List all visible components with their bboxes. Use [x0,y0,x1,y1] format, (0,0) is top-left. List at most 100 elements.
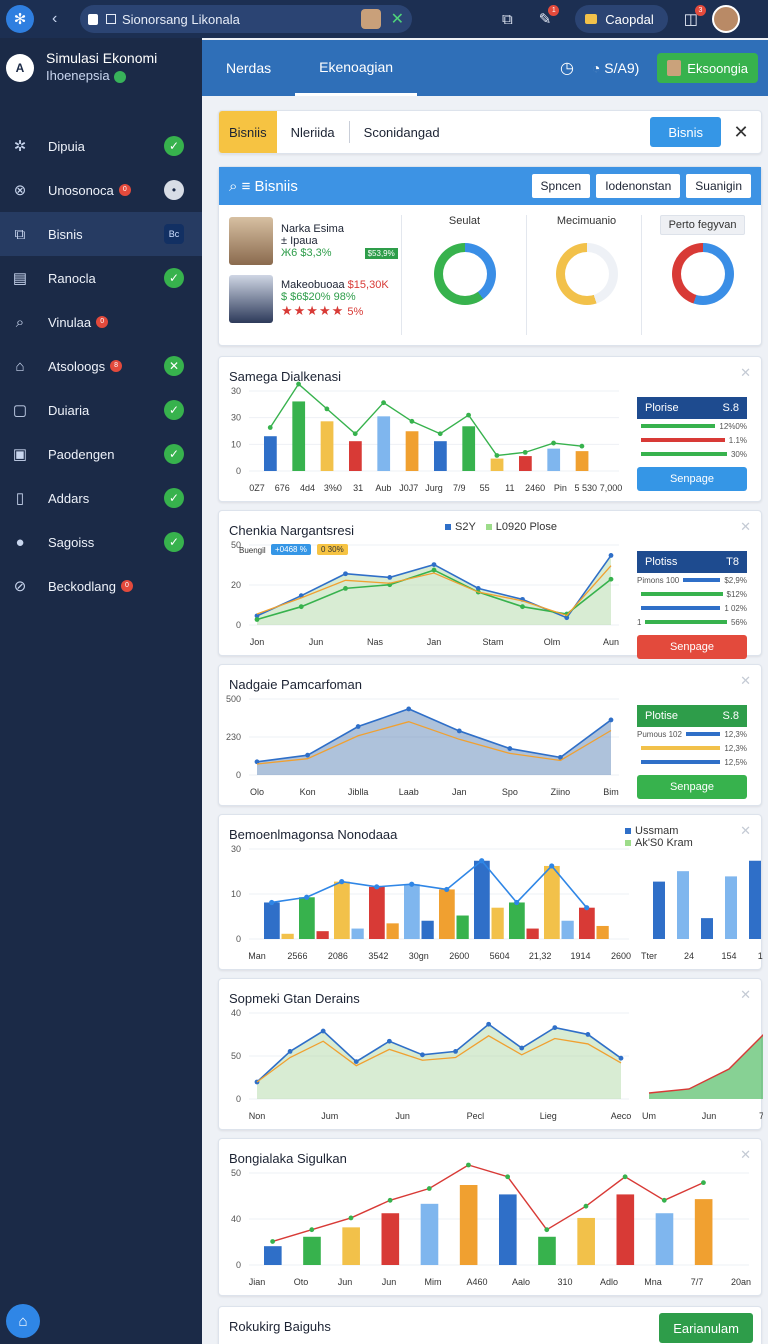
series-point [486,1021,492,1027]
filter-button-2[interactable]: Iodenonstan [596,174,681,198]
side-panel-button[interactable]: Senpage [637,467,747,491]
search-category-tag[interactable]: Bisniis [219,111,277,153]
sidebar-item-vinulaa[interactable]: ⌕ Vinulaa 0 [0,300,202,344]
home-icon: ⌂ [15,357,25,375]
chart-bar [490,458,504,471]
stat-donut-3[interactable]: Perto fegyvan [645,215,760,305]
chart-bar [334,881,350,939]
person-rating: 5% [347,306,364,318]
online-status-icon [113,70,126,83]
sidebar-item-atsoloogs[interactable]: ⌂ Atsoloogs 8 ✕ [0,344,202,388]
chart-bar [377,416,391,471]
filter-button-3[interactable]: Suanigin [686,174,751,198]
side-panel-title: Plorise [645,402,679,414]
search-button[interactable]: Bisnis [650,117,721,147]
side-panel-button[interactable]: Senpage [637,775,747,799]
eksoongia-button[interactable]: Eksoongia [657,53,758,83]
block-icon: ⊘ [13,578,27,595]
chart-bar [421,920,434,939]
sidebar-item-dipuia[interactable]: ✲ Dipuia ✓ [0,124,202,168]
search-field-1[interactable]: Nleriida [277,125,349,140]
sidebar-item-paodengen[interactable]: ▣ Paodengen ✓ [0,432,202,476]
tab-ekenoagian[interactable]: Ekenoagian [295,40,418,96]
business-panel-header: ⌕ ≡ Bisniis Spncen Iodenonstan Suanigin [219,167,761,205]
filter-button-1[interactable]: Spncen [531,174,591,198]
chart-card: 500 230 0 Olo Kon Jiblla Laab Jan Spo Ziino Bim Nad… [218,664,762,806]
search-field-2[interactable]: Sconidangad [350,125,454,140]
x-tick-label: 676 [275,483,290,493]
y-tick-label: 0 [236,1260,241,1270]
chart-bar [456,915,469,939]
close-card-icon[interactable]: ✕ [740,673,751,689]
sidebar-item-sagoiss[interactable]: ● Sagoiss ✓ [0,520,202,564]
sidebar-item-addars[interactable]: ▯ Addars ✓ [0,476,202,520]
x-tick-label: 1914 [571,951,591,961]
clear-search-icon[interactable]: ✕ [721,122,761,143]
side-panel-bar [641,760,721,764]
stat-donut-1[interactable]: Seulat [407,215,522,305]
app-logo-icon[interactable]: ✻ [6,5,34,33]
chart-title: Chenkia Nargantsresi [229,523,355,538]
tab-nerdas[interactable]: Nerdas [202,40,295,96]
series-point [585,1032,591,1037]
close-icon[interactable]: ✕ [391,9,404,29]
close-card-icon[interactable]: ✕ [740,823,751,839]
x-tick-label: 11 [505,483,514,493]
side-panel-row: 30% [637,447,747,461]
chart-bar [596,925,609,939]
close-card-icon[interactable]: ✕ [740,987,751,1003]
x-tick-label: Jum [321,1111,338,1121]
series-point [505,1174,511,1180]
sidebar-item-ranocla[interactable]: ▤ Ranocla ✓ [0,256,202,300]
folder-icon [585,14,598,24]
close-card-icon[interactable]: ✕ [740,519,751,535]
user-avatar[interactable] [711,5,740,33]
series-area [257,1024,621,1099]
clock-icon[interactable]: ◷ [560,58,574,78]
edit-icon[interactable]: ⧉ [502,11,513,28]
x-tick-label: 310 [557,1277,572,1287]
folder-button[interactable]: Caopdal [575,5,668,33]
donut-chart-3 [671,243,734,305]
chat-icon[interactable]: ✎ 1 [539,5,560,28]
back-arrow-icon[interactable]: ‹ [52,10,72,28]
stat-donut-2[interactable]: Mecimuanio [529,215,644,305]
person-row[interactable]: Narka Esima ± Ipaua Ж6 $3,3% $53,9% [229,217,398,265]
notification-icon[interactable]: ◫ 3 [684,5,706,28]
person-stat: Ж6 $3,3% [281,247,332,259]
divider [641,215,642,335]
person-row[interactable]: Makeobuoaa $15,30K $ $6$20% 98% ★★★★★ 5% [229,275,389,323]
series-point [409,418,415,424]
chart-side-panel: Plotiss T8 Pimons 100 $2,9% $12% 1 02% 1 56% Sen… [637,551,747,659]
sidebar-item-bisnis[interactable]: ⧉ Bisnis Bc [0,212,202,256]
chart-card: 30 10 0 Man 2566 2086 3542 30gn 2600 5604 21,32 191… [218,814,763,970]
bottom-action-button[interactable]: Earianulam [659,1313,753,1343]
x-tick-label: 2460 [525,483,545,493]
sidebar-item-unosonoca[interactable]: ⊗ Unosonoca 0 • [0,168,202,212]
side-panel-row-value: 12,3% [724,743,747,753]
close-card-icon[interactable]: ✕ [740,1147,751,1163]
address-bar[interactable]: Sionorsang Likonala ✕ [80,5,412,33]
close-card-icon[interactable]: ✕ [740,365,751,381]
x-tick-label: 2566 [287,951,307,961]
side-panel-bar [641,424,716,428]
chart-bar [281,933,294,939]
chart-bar [526,928,539,939]
x-tick-label: 31 [353,483,363,493]
home-fab-button[interactable]: ⌂ [6,1304,40,1338]
check-icon: ✓ [164,400,184,420]
x-tick-label: 24 [684,951,694,961]
y-tick-label: 500 [226,694,241,704]
sidebar-item-beckodlang[interactable]: ⊘ Beckodlang 0 [0,564,202,608]
x-tick-label: Olm [544,637,561,647]
chat-badge: 1 [548,5,560,16]
search-icon[interactable]: ⌕ ≡ [229,178,250,195]
series-point [387,1197,393,1203]
side-panel-button[interactable]: Senpage [637,635,747,659]
side-panel-bar [645,620,727,624]
donut-chart-2 [555,243,618,305]
legend-swatch [485,524,492,530]
chart-bar [420,1203,439,1265]
x-tick-label: Jun [338,1277,353,1287]
sidebar-item-duiaria[interactable]: ▢ Duiaria ✓ [0,388,202,432]
